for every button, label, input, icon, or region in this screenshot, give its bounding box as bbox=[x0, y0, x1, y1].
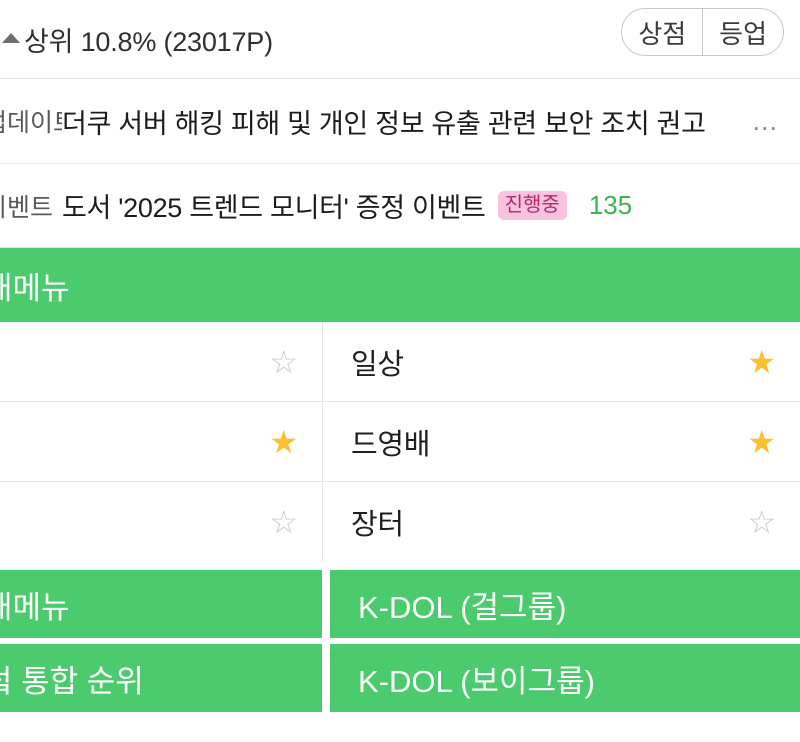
board-label[interactable]: 드영배 bbox=[351, 421, 430, 463]
section-header-my-menu: 내메뉴 bbox=[0, 248, 800, 322]
board-row[interactable]: 일상 ★ bbox=[323, 322, 800, 402]
notice-tag: 업데이트 bbox=[0, 109, 62, 137]
board-label[interactable]: 장터 bbox=[351, 501, 404, 543]
header-button-group: 상점 등업 bbox=[621, 8, 784, 56]
comment-count: 135 bbox=[588, 190, 633, 220]
notice-list: 업데이트 더쿠 서버 해킹 피해 및 개인 정보 유출 관련 보안 조치 권고 … bbox=[0, 78, 800, 248]
shop-button[interactable]: 상점 bbox=[622, 9, 702, 55]
tile-label: 내메뉴 bbox=[0, 589, 70, 625]
tile-my-menu[interactable]: 내메뉴 bbox=[0, 570, 322, 638]
category-tile-grid: 내메뉴 K-DOL (걸그룹) 덬 통합 순위 K-DOL (보이그룹) bbox=[0, 570, 800, 712]
notice-row-update[interactable]: 업데이트 더쿠 서버 해킹 피해 및 개인 정보 유출 관련 보안 조치 권고 … bbox=[0, 79, 800, 163]
board-label[interactable]: 일상 bbox=[351, 341, 404, 383]
rank-text: 상위 10.8% (23017P) bbox=[24, 26, 273, 57]
level-up-button[interactable]: 등업 bbox=[703, 9, 783, 55]
notice-tag: 이벤트 bbox=[0, 193, 54, 222]
board-row[interactable]: ☆ bbox=[0, 322, 322, 402]
board-row[interactable]: ★ bbox=[0, 402, 322, 482]
board-row[interactable]: 장터 ☆ bbox=[323, 482, 800, 562]
tile-kdol-boygroup[interactable]: K-DOL (보이그룹) bbox=[330, 644, 800, 712]
board-column-left: ☆ ★ ☆ bbox=[0, 322, 322, 562]
status-badge: 진행중 bbox=[497, 191, 567, 220]
section-header-label: 내메뉴 bbox=[0, 270, 70, 306]
favorite-star-icon[interactable]: ☆ bbox=[747, 506, 776, 538]
rank-indicator: 상위 10.8% (23017P) bbox=[0, 20, 273, 59]
tile-total-rank[interactable]: 덬 통합 순위 bbox=[0, 644, 322, 712]
board-row[interactable]: 드영배 ★ bbox=[323, 402, 800, 482]
tile-kdol-girlgroup[interactable]: K-DOL (걸그룹) bbox=[330, 570, 800, 638]
notice-overflow-ellipsis: ... bbox=[752, 105, 778, 136]
board-row[interactable]: ☆ bbox=[0, 482, 322, 562]
board-column-right: 일상 ★ 드영배 ★ 장터 ☆ bbox=[323, 322, 800, 562]
triangle-up-icon bbox=[2, 32, 20, 43]
favorite-star-icon[interactable]: ☆ bbox=[269, 506, 298, 538]
favorite-star-icon[interactable]: ★ bbox=[747, 426, 776, 458]
notice-title[interactable]: 더쿠 서버 해킹 피해 및 개인 정보 유출 관련 보안 조치 권고 bbox=[62, 102, 706, 141]
favorite-star-icon[interactable]: ★ bbox=[747, 346, 776, 378]
notice-row-event[interactable]: 이벤트 도서 '2025 트렌드 모니터' 증정 이벤트 진행중 135 bbox=[0, 163, 800, 247]
favorite-star-icon[interactable]: ★ bbox=[269, 426, 298, 458]
tile-label: 덬 통합 순위 bbox=[0, 663, 144, 699]
board-grid: ☆ ★ ☆ 일상 ★ 드영배 ★ 장터 ☆ bbox=[0, 322, 800, 562]
favorite-star-icon[interactable]: ☆ bbox=[269, 346, 298, 378]
notice-title[interactable]: 도서 '2025 트렌드 모니터' 증정 이벤트 bbox=[62, 186, 486, 225]
status-bar: 상위 10.8% (23017P) 상점 등업 bbox=[0, 0, 800, 78]
